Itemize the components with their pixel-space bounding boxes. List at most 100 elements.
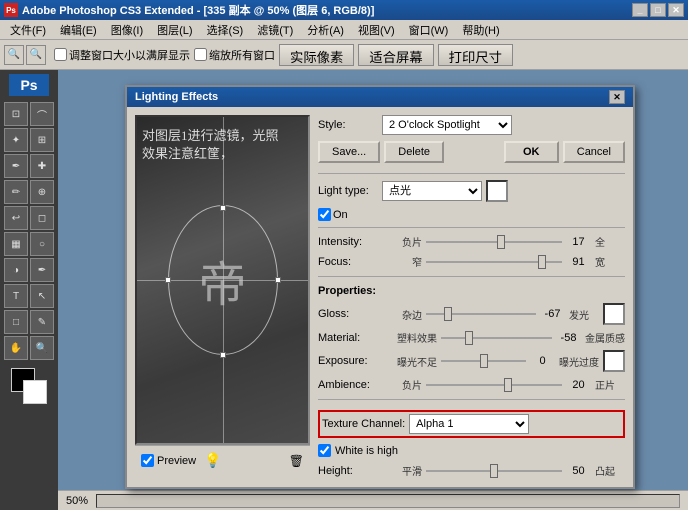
menu-layer[interactable]: 图层(L) (151, 20, 198, 40)
tool-pair-2: ✦ ⊞ (4, 128, 54, 152)
text-tool[interactable]: T (4, 284, 28, 308)
zoom-in-btn[interactable]: 🔍 (26, 45, 46, 65)
focus-thumb[interactable] (538, 255, 546, 269)
height-thumb[interactable] (490, 464, 498, 478)
action-buttons: Save... Delete OK Cancel (318, 141, 625, 163)
history-tool[interactable]: ↩ (4, 206, 28, 230)
zoom-out-btn[interactable]: 🔍 (4, 45, 24, 65)
ambience-left: 负片 (392, 377, 422, 392)
handle-left[interactable] (165, 277, 171, 283)
eraser-tool[interactable]: ◻ (30, 206, 54, 230)
actual-pixels-button[interactable]: 实际像素 (279, 44, 354, 66)
light-type-select[interactable]: 点光 (382, 181, 482, 201)
ambience-label: Ambience: (318, 379, 388, 391)
cancel-button[interactable]: Cancel (563, 141, 625, 163)
divider-4 (318, 399, 625, 400)
blur-tool[interactable]: ○ (30, 232, 54, 256)
ambience-slider[interactable] (426, 378, 562, 392)
eyedropper-tool[interactable]: ✒ (4, 154, 28, 178)
menu-filter[interactable]: 滤镜(T) (251, 20, 299, 40)
zoom-tool[interactable]: 🔍 (30, 336, 54, 360)
zoom-all-checkbox[interactable] (194, 48, 207, 61)
hand-tool[interactable]: ✋ (4, 336, 28, 360)
pen-tool[interactable]: ✒ (30, 258, 54, 282)
menu-image[interactable]: 图像(I) (105, 20, 149, 40)
dialog-title-text: Lighting Effects (135, 91, 218, 103)
handle-right[interactable] (275, 277, 281, 283)
height-slider[interactable] (426, 464, 562, 478)
save-button[interactable]: Save... (318, 141, 380, 163)
menu-analyze[interactable]: 分析(A) (301, 20, 350, 40)
ambience-row: Ambience: 负片 20 正片 (318, 377, 625, 392)
material-label: Material: (318, 332, 388, 344)
material-track (441, 337, 552, 339)
intensity-left: 负片 (392, 234, 422, 249)
divider-2 (318, 227, 625, 228)
exposure-thumb[interactable] (480, 354, 488, 368)
intensity-thumb[interactable] (497, 235, 505, 249)
focus-label: Focus: (318, 256, 388, 268)
quick-select-tool[interactable]: ✦ (4, 128, 28, 152)
height-label: Height: (318, 465, 388, 477)
white-is-high-checkbox[interactable] (318, 444, 331, 457)
material-slider[interactable] (441, 331, 552, 345)
exposure-swatch[interactable] (603, 350, 625, 372)
scroll-bar[interactable] (96, 494, 680, 508)
handle-bottom[interactable] (220, 352, 226, 358)
shape-tool[interactable]: □ (4, 310, 28, 334)
divider-1 (318, 173, 625, 174)
notes-tool[interactable]: ✎ (30, 310, 54, 334)
menu-view[interactable]: 视图(V) (352, 20, 401, 40)
menu-help[interactable]: 帮助(H) (456, 20, 505, 40)
ambience-thumb[interactable] (504, 378, 512, 392)
handle-top[interactable] (220, 205, 226, 211)
maximize-button[interactable]: □ (650, 3, 666, 17)
exposure-left: 曝光不足 (392, 354, 437, 369)
fit-screen-button[interactable]: 适合屏幕 (358, 44, 433, 66)
menu-select[interactable]: 选择(S) (201, 20, 250, 40)
focus-slider[interactable] (426, 255, 562, 269)
background-swatch[interactable] (23, 380, 47, 404)
menu-file[interactable]: 文件(F) (4, 20, 52, 40)
app-icon: Ps (4, 3, 18, 17)
gloss-swatch[interactable] (603, 303, 625, 325)
left-toolbar: Ps ⊡ ⌒ ✦ ⊞ ✒ ✚ ✏ ⊕ ↩ ◻ ▦ ○ ◑ ✒ T (0, 70, 58, 510)
trash-icon[interactable]: 🗑 (289, 454, 304, 468)
close-button[interactable]: ✕ (668, 3, 684, 17)
light-color-swatch[interactable] (486, 180, 508, 202)
material-thumb[interactable] (465, 331, 473, 345)
on-checkbox[interactable] (318, 208, 331, 221)
marquee-tool[interactable]: ⊡ (4, 102, 28, 126)
print-size-button[interactable]: 打印尺寸 (438, 44, 513, 66)
menu-edit[interactable]: 编辑(E) (54, 20, 103, 40)
dodge-tool[interactable]: ◑ (4, 258, 28, 282)
brush-tool[interactable]: ✏ (4, 180, 28, 204)
gloss-left: 杂边 (392, 307, 422, 322)
path-select-tool[interactable]: ↖ (30, 284, 54, 308)
stamp-tool[interactable]: ⊕ (30, 180, 54, 204)
bulb-icon: 💡 (204, 452, 221, 469)
gloss-slider[interactable] (426, 307, 536, 321)
gradient-tool[interactable]: ▦ (4, 232, 28, 256)
crop-tool[interactable]: ⊞ (30, 128, 54, 152)
style-select[interactable]: 2 O'clock Spotlight (382, 115, 512, 135)
lasso-tool[interactable]: ⌒ (30, 102, 54, 126)
exposure-value: 0 (530, 355, 555, 367)
intensity-slider[interactable] (426, 235, 562, 249)
exposure-slider[interactable] (441, 354, 526, 368)
gloss-thumb[interactable] (444, 307, 452, 321)
healing-tool[interactable]: ✚ (30, 154, 54, 178)
adjust-window-checkbox[interactable] (54, 48, 67, 61)
minimize-button[interactable]: _ (632, 3, 648, 17)
title-bar: Ps Adobe Photoshop CS3 Extended - [335 副… (0, 0, 688, 20)
preview-character: 帝 (198, 245, 246, 315)
dialog-close-button[interactable]: ✕ (609, 90, 625, 104)
texture-channel-select[interactable]: Alpha 1 (409, 414, 529, 434)
ps-logo: Ps (9, 74, 49, 96)
menu-window[interactable]: 窗口(W) (403, 20, 455, 40)
intensity-right: 全 (595, 234, 625, 249)
ok-button[interactable]: OK (504, 141, 559, 163)
delete-button[interactable]: Delete (384, 141, 444, 163)
preview-checkbox[interactable] (141, 454, 154, 467)
exposure-label: Exposure: (318, 355, 388, 367)
